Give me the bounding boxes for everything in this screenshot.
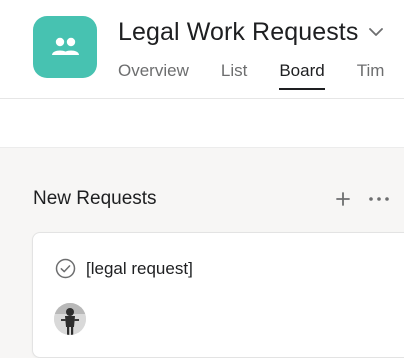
view-tabs: Overview List Board Tim: [118, 58, 404, 92]
column-header: New Requests: [33, 186, 404, 212]
project-icon[interactable]: [33, 16, 97, 78]
board-toolbar: [0, 99, 404, 148]
task-card[interactable]: [legal request]: [32, 232, 404, 358]
project-header: Legal Work Requests Overview List Board …: [0, 0, 404, 99]
avatar[interactable]: [54, 303, 86, 335]
column-actions: [333, 186, 391, 212]
tab-board[interactable]: Board: [279, 58, 326, 90]
people-icon: [52, 37, 79, 55]
project-title: Legal Work Requests: [118, 17, 359, 46]
plus-icon[interactable]: [333, 189, 353, 209]
project-title-row: Legal Work Requests: [118, 14, 384, 50]
tab-timeline[interactable]: Tim: [357, 58, 385, 90]
more-icon[interactable]: [367, 189, 391, 209]
chevron-down-icon[interactable]: [368, 27, 384, 37]
task-title: [legal request]: [86, 258, 193, 278]
check-circle-icon[interactable]: [55, 258, 76, 279]
tab-overview[interactable]: Overview: [118, 58, 189, 90]
task-card-row: [legal request]: [55, 258, 193, 279]
column-title: New Requests: [33, 188, 157, 209]
tab-list[interactable]: List: [221, 58, 247, 90]
